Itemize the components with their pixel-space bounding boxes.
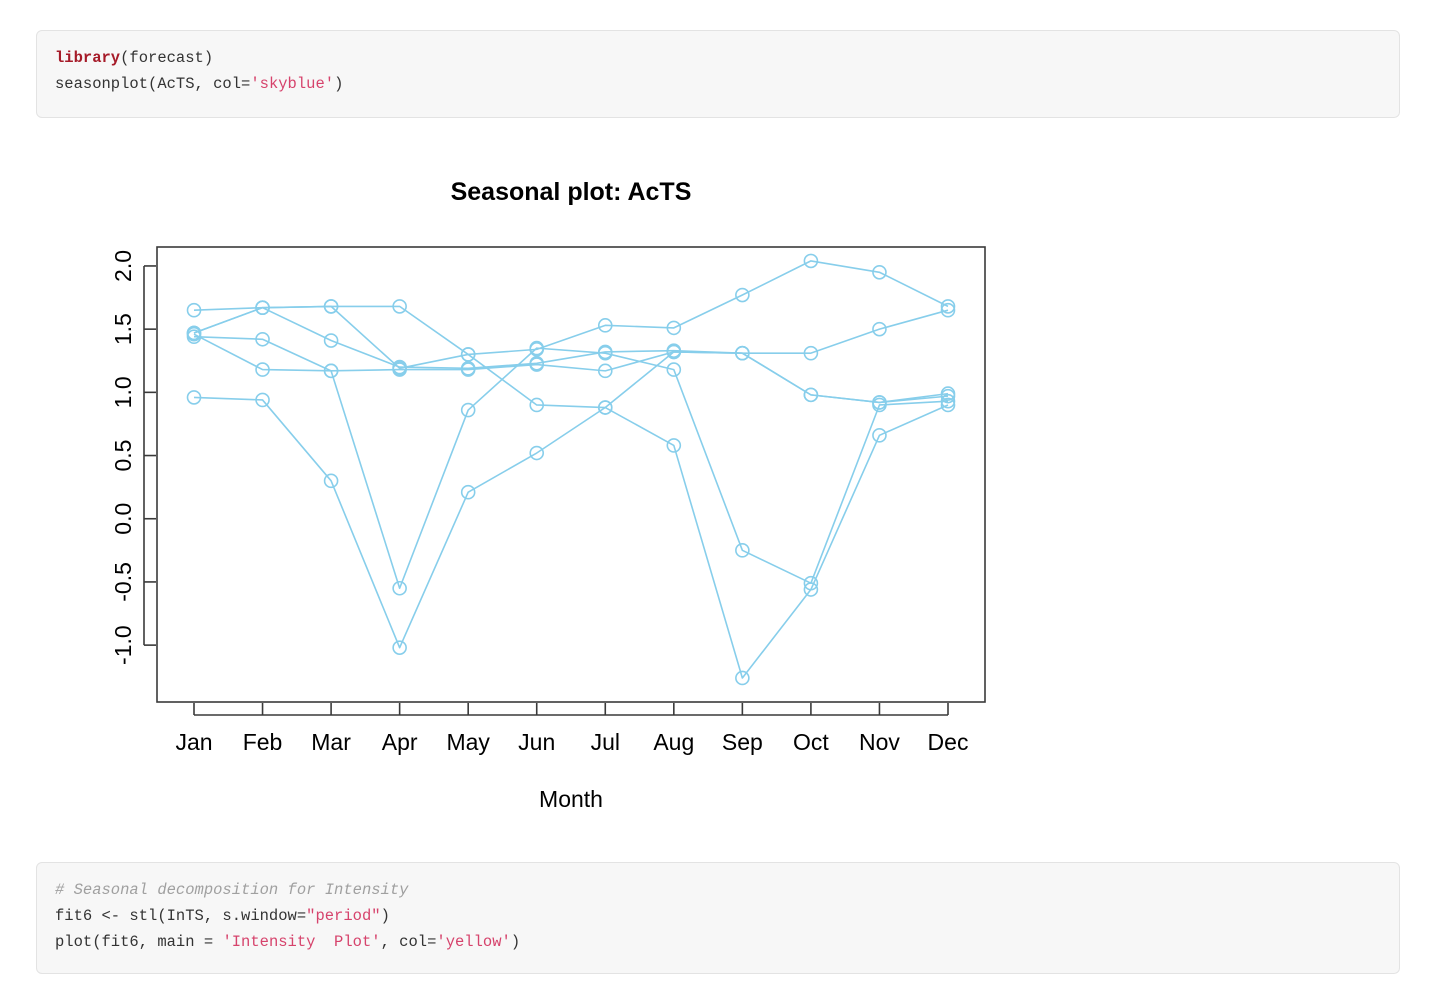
x-axis-tick-label: Sep <box>722 729 763 755</box>
code-cell-stl-decomposition[interactable]: # Seasonal decomposition for Intensity fi… <box>36 862 1400 974</box>
code-token-plain: seasonplot(AcTS, col= <box>55 75 251 93</box>
y-axis-tick-label: 1.5 <box>110 313 136 345</box>
x-axis-tick-label: May <box>446 729 490 755</box>
x-axis-tick-label: Feb <box>243 729 283 755</box>
x-axis-tick-label: Jun <box>518 729 555 755</box>
code-line: seasonplot(AcTS, col='skyblue') <box>55 71 1381 97</box>
code-line: # Seasonal decomposition for Intensity <box>55 877 1381 903</box>
series-line <box>193 335 949 404</box>
y-axis-tick-label: 1.0 <box>110 376 136 408</box>
chart-title: Seasonal plot: AcTS <box>451 178 692 206</box>
x-axis-tick-label: Mar <box>311 729 351 755</box>
plot-frame <box>156 246 986 703</box>
x-axis: Jan Feb Mar Apr May Jun Jul Aug Sep Oct Nov Dec <box>175 703 968 755</box>
code-token-kw: library <box>55 49 121 67</box>
x-axis-label: Month <box>539 786 603 812</box>
y-axis: 2.0 1.5 1.0 0.5 0.0 -0.5 -1.0 <box>110 250 156 665</box>
code-token-plain: ) <box>380 907 390 925</box>
code-token-str: 'yellow' <box>436 933 511 951</box>
y-axis-tick-label: 0.5 <box>110 440 136 472</box>
code-token-plain: , col= <box>380 933 437 951</box>
y-axis-tick-label: -1.0 <box>110 625 136 665</box>
code-token-plain: (forecast) <box>120 49 214 67</box>
code-token-str: "period" <box>306 907 381 925</box>
y-axis-tick-label: 0.0 <box>110 503 136 535</box>
code-cell-seasonplot[interactable]: library(forecast) seasonplot(AcTS, col='s… <box>36 30 1400 118</box>
x-axis-tick-label: Aug <box>653 729 694 755</box>
x-axis-tick-label: Jul <box>591 729 620 755</box>
y-axis-tick-label: -0.5 <box>110 562 136 602</box>
code-token-str: 'Intensity Plot' <box>222 933 381 951</box>
code-token-plain: plot(fit6, main = <box>55 933 223 951</box>
code-token-str: 'skyblue' <box>250 75 335 93</box>
series-year-5 <box>186 390 956 686</box>
x-axis-tick-label: Dec <box>928 729 969 755</box>
series-line <box>193 333 949 590</box>
series-line <box>193 260 949 356</box>
seasonal-plot-svg: Seasonal plot: AcTS 2.0 1.5 1.0 0.5 0.0 -0.5 -1… <box>110 178 986 812</box>
seasonal-plot-figure: Seasonal plot: AcTS 2.0 1.5 1.0 0.5 0.0 -0.5 -1… <box>0 140 1436 840</box>
series-line <box>193 396 949 679</box>
code-token-plain: ) <box>334 75 344 93</box>
r-notebook-page: library(forecast) seasonplot(AcTS, col='s… <box>0 0 1436 1000</box>
x-axis-tick-label: Apr <box>382 729 418 755</box>
x-axis-tick-label: Oct <box>793 729 829 755</box>
x-axis-tick-label: Nov <box>859 729 900 755</box>
code-token-plain: fit6 <- stl(InTS, s.window= <box>55 907 307 925</box>
code-token-com: # Seasonal decomposition for Intensity <box>55 881 409 899</box>
y-axis-tick-label: 2.0 <box>110 250 136 282</box>
x-axis-tick-label: Jan <box>175 729 212 755</box>
code-token-plain: ) <box>510 933 521 951</box>
code-line: fit6 <- stl(InTS, s.window="period") <box>55 903 1381 929</box>
code-line: plot(fit6, main = 'Intensity Plot', col=… <box>55 929 1381 955</box>
code-line: library(forecast) <box>55 45 1381 71</box>
